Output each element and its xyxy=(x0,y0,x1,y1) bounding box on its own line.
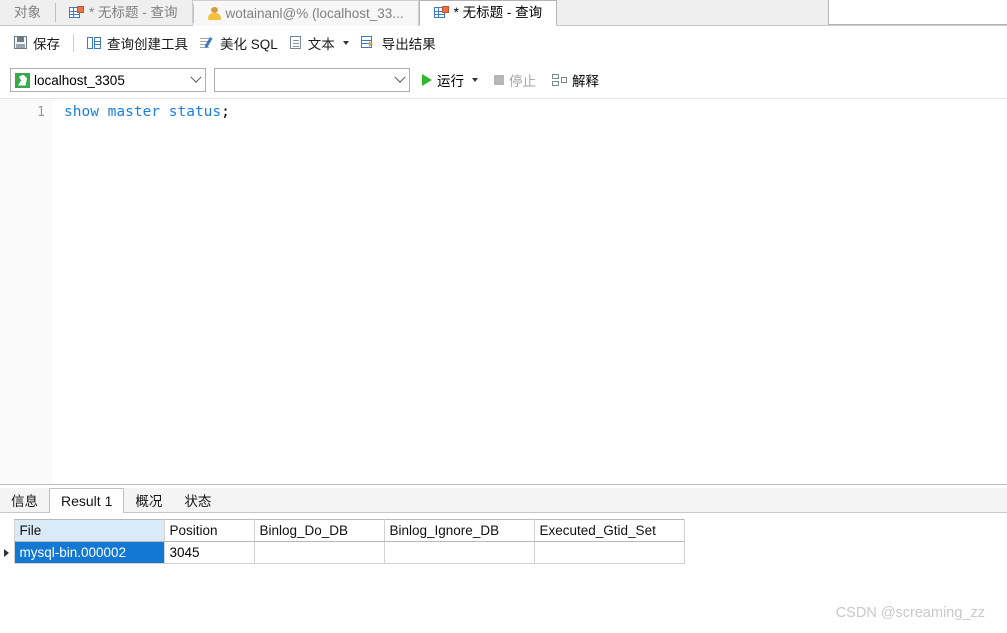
watermark: CSDN @screaming_zz xyxy=(835,605,985,621)
explain-button[interactable]: 解释 xyxy=(548,68,603,92)
result-tab-profile-label: 概况 xyxy=(135,494,163,509)
result-grid: File Position Binlog_Do_DB Binlog_Ignore… xyxy=(0,519,685,564)
run-button-label: 运行 xyxy=(437,74,464,89)
column-header-binlog-ignore-db[interactable]: Binlog_Ignore_DB xyxy=(383,519,535,542)
current-row-arrow-icon xyxy=(4,548,9,557)
sql-editor[interactable]: 1 show master status; xyxy=(0,98,1007,484)
export-result-label: 导出结果 xyxy=(381,37,436,52)
tab-query-1[interactable]: * 无标题 - 查询 xyxy=(55,0,192,25)
stop-button-label: 停止 xyxy=(509,74,536,89)
beautify-sql-button[interactable]: 美化 SQL xyxy=(194,31,284,55)
column-header-position[interactable]: Position xyxy=(163,519,255,542)
result-tab-bar-empty xyxy=(222,488,1007,512)
table-row[interactable]: mysql-bin.000002 3045 xyxy=(0,541,685,564)
explain-button-label: 解释 xyxy=(572,74,599,89)
result-grid-container: File Position Binlog_Do_DB Binlog_Ignore… xyxy=(0,519,1007,564)
result-tab-result-1[interactable]: Result 1 xyxy=(49,488,125,513)
column-header-executed-gtid-set[interactable]: Executed_Gtid_Set xyxy=(533,519,685,542)
cell-binlog-do-db[interactable] xyxy=(253,541,385,564)
mysql-connection-icon xyxy=(15,72,30,88)
line-number: 1 xyxy=(37,105,45,120)
save-icon xyxy=(14,36,28,50)
query-toolbar: 保存 查询创建工具 美化 SQL 文本 导出结果 xyxy=(0,26,1007,60)
cell-file[interactable]: mysql-bin.000002 xyxy=(13,541,165,564)
toolbar-separator xyxy=(73,34,74,52)
result-tab-bar: 信息 Result 1 概况 状态 xyxy=(0,488,1007,513)
result-tab-profile[interactable]: 概况 xyxy=(124,488,174,512)
stop-button: 停止 xyxy=(490,68,540,92)
cell-executed-gtid-set[interactable] xyxy=(533,541,685,564)
sql-semicolon: ; xyxy=(221,104,230,120)
right-side-panel xyxy=(828,0,1007,25)
sql-statement[interactable]: show master status; xyxy=(64,104,230,120)
explain-icon xyxy=(552,73,567,87)
query-builder-button[interactable]: 查询创建工具 xyxy=(81,31,194,55)
beautify-icon xyxy=(200,36,215,50)
stop-icon xyxy=(494,75,504,85)
cell-position[interactable]: 3045 xyxy=(163,541,255,564)
database-select[interactable] xyxy=(214,68,410,92)
chevron-down-icon[interactable] xyxy=(472,78,478,82)
connection-select[interactable]: localhost_3305 xyxy=(10,68,206,92)
beautify-sql-label: 美化 SQL xyxy=(220,37,278,52)
tab-connection-user[interactable]: wotainanl@% (localhost_33... xyxy=(191,0,419,26)
tab-query-1-label: * 无标题 - 查询 xyxy=(89,4,178,20)
result-tab-status-label: 状态 xyxy=(184,494,212,509)
save-button[interactable]: 保存 xyxy=(8,31,66,55)
export-icon xyxy=(360,36,377,50)
user-icon xyxy=(207,6,222,21)
chevron-down-icon xyxy=(190,71,202,83)
text-mode-label: 文本 xyxy=(307,37,335,52)
sql-keywords: show master status xyxy=(64,104,222,120)
query-builder-icon xyxy=(87,36,102,50)
run-button[interactable]: 运行 xyxy=(418,68,482,92)
tab-connection-user-label: wotainanl@% (localhost_33... xyxy=(225,5,404,21)
query-builder-label: 查询创建工具 xyxy=(107,37,188,52)
row-header-corner xyxy=(0,519,14,542)
database-select-chevron[interactable] xyxy=(391,69,409,91)
editor-gutter: 1 xyxy=(0,99,52,484)
chevron-down-icon xyxy=(394,71,406,83)
row-indicator xyxy=(0,541,14,564)
tab-objects[interactable]: 对象 xyxy=(0,0,55,25)
tab-query-2-active[interactable]: * 无标题 - 查询 xyxy=(418,0,558,26)
result-tab-status[interactable]: 状态 xyxy=(173,488,223,512)
result-grid-header-row: File Position Binlog_Do_DB Binlog_Ignore… xyxy=(0,519,685,542)
cell-binlog-ignore-db[interactable] xyxy=(383,541,535,564)
export-result-button[interactable]: 导出结果 xyxy=(355,31,442,55)
save-button-label: 保存 xyxy=(33,37,60,52)
column-header-file[interactable]: File xyxy=(13,519,165,542)
result-tab-info-label: 信息 xyxy=(11,494,38,509)
play-icon xyxy=(422,74,432,86)
query-icon xyxy=(433,6,450,20)
result-tab-info[interactable]: 信息 xyxy=(0,488,49,512)
text-mode-button[interactable]: 文本 xyxy=(284,31,355,55)
connection-select-value: localhost_3305 xyxy=(34,72,125,88)
tab-objects-label: 对象 xyxy=(14,4,41,20)
chevron-down-icon[interactable] xyxy=(342,41,349,45)
text-document-icon xyxy=(289,36,303,50)
connection-bar: localhost_3305 运行 停止 解释 xyxy=(0,62,1007,98)
connection-select-chevron[interactable] xyxy=(187,69,205,91)
tab-query-2-label: * 无标题 - 查询 xyxy=(453,5,543,21)
result-tab-result-1-label: Result 1 xyxy=(61,493,113,509)
column-header-binlog-do-db[interactable]: Binlog_Do_DB xyxy=(253,519,385,542)
query-icon xyxy=(69,5,85,20)
